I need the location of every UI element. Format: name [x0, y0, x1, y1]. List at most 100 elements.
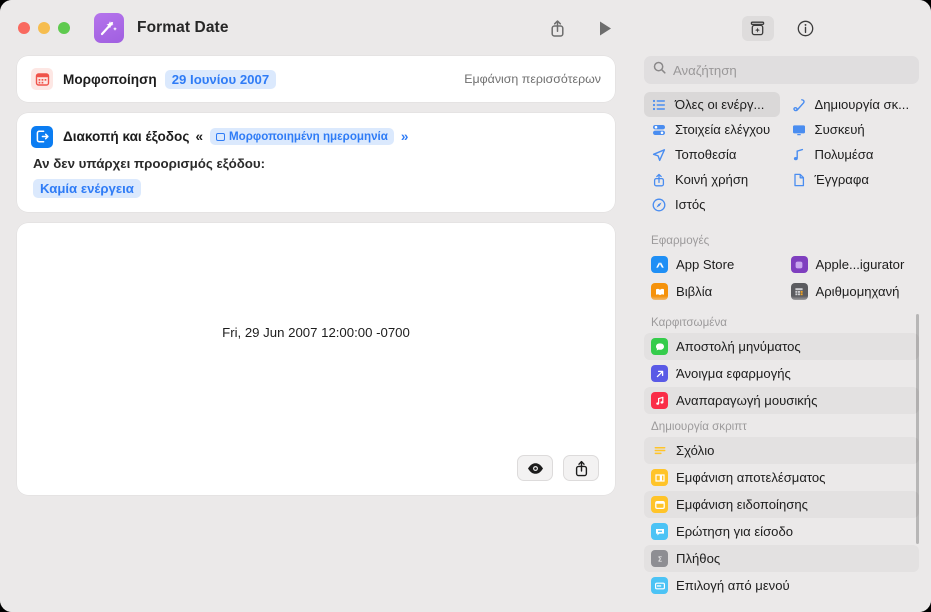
output-preview-panel: Fri, 29 Jun 2007 12:00:00 -0700: [17, 223, 615, 495]
apps-section-title: Εφαρμογές: [651, 234, 710, 247]
open-app-icon: [651, 365, 668, 382]
share-output-button[interactable]: [563, 455, 599, 481]
item-label: Επιλογή από μενού: [676, 578, 790, 593]
page-title: Format Date: [137, 19, 229, 36]
library-item-ask-for-input[interactable]: Ερώτηση για είσοδο: [644, 518, 919, 545]
play-button[interactable]: [592, 15, 618, 41]
item-label: Εμφάνιση ειδοποίησης: [676, 497, 808, 512]
magic-variable-label: Μορφοποιημένη ημερομηνία: [229, 130, 388, 143]
item-label: Αποστολή μηνύματος: [676, 339, 801, 354]
library-scroll-area[interactable]: Εφαρμογές App Store Apple...igurator Βιβ…: [644, 228, 919, 612]
apple-configurator-icon: [790, 256, 808, 273]
traffic-lights: [18, 22, 70, 34]
svg-text:Σ: Σ: [657, 555, 661, 563]
library-item-send-message[interactable]: Αποστολή μηνύματος: [644, 333, 919, 360]
variable-square-icon: [216, 132, 225, 141]
app-label: Apple...igurator: [815, 257, 905, 272]
no-action-token[interactable]: Καμία ενέργεια: [33, 179, 141, 198]
action-card-format-date[interactable]: Μορφοποίηση 29 Ιουνίου 2007 Εμφάνιση περ…: [17, 56, 615, 102]
action-card-stop-and-output[interactable]: Διακοπή και έξοδος « Μορφοποιημένη ημερο…: [17, 113, 615, 212]
list-bullet-icon: [651, 98, 667, 112]
item-label: Σχόλιο: [676, 443, 715, 458]
category-label: Δημιουργία σκ...: [814, 97, 910, 112]
app-store-icon: [651, 256, 668, 273]
window-titlebar: Format Date: [0, 0, 632, 56]
library-item-comment[interactable]: Σχόλιο: [644, 437, 919, 464]
library-item-play-music[interactable]: Αναπαραγωγή μουσικής: [644, 387, 919, 414]
category-label: Ιστός: [675, 197, 706, 212]
info-button[interactable]: [790, 16, 822, 41]
sidebar-category-documents[interactable]: Έγγραφα: [784, 167, 920, 192]
stop-and-output-icon: [31, 125, 53, 148]
search-input[interactable]: [673, 62, 910, 78]
search-field[interactable]: [644, 56, 919, 84]
comment-icon: [651, 442, 668, 459]
pinned-section: Καρφιτσωμένα Αποστολή μηνύματος Άνοιγμα …: [644, 310, 919, 414]
sidebar-category-media[interactable]: Πολυμέσα: [784, 142, 920, 167]
choose-from-menu-icon: [651, 577, 668, 594]
document-icon: [791, 173, 807, 187]
item-label: Αναπαραγωγή μουσικής: [676, 393, 818, 408]
show-result-icon: [651, 469, 668, 486]
item-label: Πλήθος: [676, 551, 721, 566]
quick-look-button[interactable]: [517, 455, 553, 481]
category-label: Έγγραφα: [814, 172, 869, 187]
library-item-apple-configurator[interactable]: Apple...igurator: [784, 251, 920, 278]
messages-icon: [651, 338, 668, 355]
magic-variable-token[interactable]: Μορφοποιημένη ημερομηνία: [210, 128, 394, 145]
shortcuts-window: Format Date Μορφοποίηση 29 Ιουνίου 2007 …: [0, 0, 931, 612]
sidebar-category-controls[interactable]: Στοιχεία ελέγχου: [644, 117, 780, 142]
shortcuts-app-icon: [94, 13, 124, 43]
editor-pane: Format Date Μορφοποίηση 29 Ιουνίου 2007 …: [0, 0, 632, 612]
sidebar-toolbar: [644, 0, 919, 56]
close-guillemet: »: [400, 129, 409, 144]
show-more-button[interactable]: Εμφάνιση περισσότερων: [464, 72, 601, 86]
date-token[interactable]: 29 Ιουνίου 2007: [164, 69, 277, 89]
app-label: App Store: [676, 257, 735, 272]
category-label: Συσκευή: [814, 122, 865, 137]
sidebar-category-web[interactable]: Ιστός: [644, 192, 780, 217]
sidebar-category-location[interactable]: Τοποθεσία: [644, 142, 780, 167]
action-card-body: Αν δεν υπάρχει προορισμός εξόδου: Καμία …: [17, 156, 615, 212]
action-card-header: Διακοπή και έξοδος « Μορφοποιημένη ημερο…: [17, 113, 615, 156]
preview-output-text: Fri, 29 Jun 2007 12:00:00 -0700: [222, 324, 410, 340]
library-item-count[interactable]: Σ Πλήθος: [644, 545, 919, 572]
category-label: Στοιχεία ελέγχου: [675, 122, 771, 137]
item-label: Εμφάνιση αποτελέσματος: [676, 470, 826, 485]
sidebar-category-device[interactable]: Συσκευή: [784, 117, 920, 142]
action-flow: Μορφοποίηση 29 Ιουνίου 2007 Εμφάνιση περ…: [0, 56, 632, 495]
close-button[interactable]: [18, 22, 30, 34]
pinned-section-title: Καρφιτσωμένα: [651, 316, 727, 329]
scripting-section-title: Δημιουργία σκριπτ: [651, 420, 747, 433]
sidebar-scrollbar[interactable]: [916, 314, 919, 544]
share-button[interactable]: [544, 15, 570, 41]
controls-icon: [651, 123, 667, 137]
scripting-icon: [791, 98, 807, 112]
location-arrow-icon: [651, 148, 667, 162]
search-icon: [653, 61, 666, 79]
music-icon: [651, 392, 668, 409]
calendar-icon: [31, 68, 53, 90]
no-output-destination-label: Αν δεν υπάρχει προορισμός εξόδου:: [33, 156, 266, 171]
action-label: Διακοπή και έξοδος: [63, 129, 190, 144]
minimize-button[interactable]: [38, 22, 50, 34]
action-library-button[interactable]: [741, 15, 774, 41]
sidebar-category-sharing[interactable]: Κοινή χρήση: [644, 167, 780, 192]
display-icon: [791, 123, 807, 137]
sidebar-category-scripting[interactable]: Δημιουργία σκ...: [784, 92, 920, 117]
count-icon: Σ: [651, 550, 668, 567]
music-note-icon: [791, 148, 807, 162]
library-item-choose-from-menu[interactable]: Επιλογή από μενού: [644, 572, 919, 599]
category-label: Τοποθεσία: [675, 147, 737, 162]
sidebar-category-all-actions[interactable]: Όλες οι ενέργ...: [644, 92, 780, 117]
zoom-button[interactable]: [58, 22, 70, 34]
library-item-app-store[interactable]: App Store: [644, 251, 780, 278]
apps-section: Εφαρμογές App Store Apple...igurator Βιβ…: [644, 228, 919, 310]
open-guillemet: «: [195, 129, 203, 144]
action-library-sidebar: Όλες οι ενέργ... Δημιουργία σκ... Στο: [632, 0, 931, 612]
item-label: Ερώτηση για είσοδο: [676, 524, 794, 539]
library-item-show-alert[interactable]: Εμφάνιση ειδοποίησης: [644, 491, 919, 518]
library-item-show-result[interactable]: Εμφάνιση αποτελέσματος: [644, 464, 919, 491]
category-grid: Όλες οι ενέργ... Δημιουργία σκ... Στοιχε…: [644, 92, 919, 217]
library-item-open-app[interactable]: Άνοιγμα εφαρμογής: [644, 360, 919, 387]
